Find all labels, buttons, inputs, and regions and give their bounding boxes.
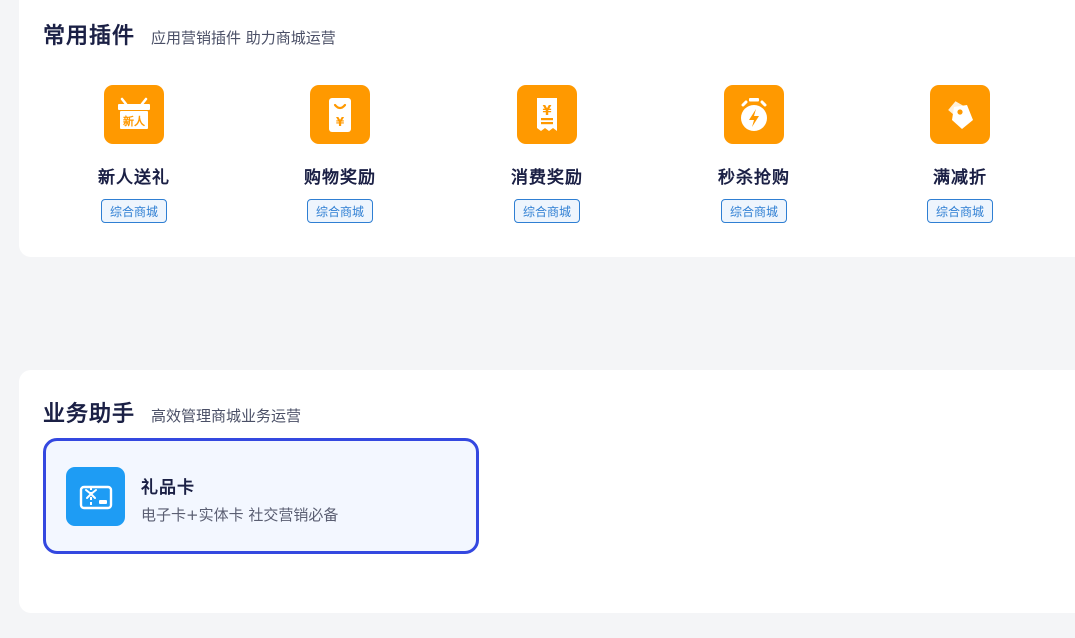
plugin-tag: 综合商城 bbox=[306, 199, 373, 223]
plugin-name: 消费奖励 bbox=[511, 168, 583, 188]
plugin-discount[interactable]: 满减折 综合商城 bbox=[880, 85, 1040, 223]
plugin-name: 新人送礼 bbox=[98, 168, 170, 188]
plugin-flash-sale[interactable]: 秒杀抢购 综合商城 bbox=[674, 85, 834, 223]
shopping-reward-icon: ¥ bbox=[310, 85, 370, 144]
plugin-tag: 综合商城 bbox=[100, 199, 167, 223]
plugin-tag: 综合商城 bbox=[926, 199, 993, 223]
plugins-section-title: 常用插件 bbox=[43, 24, 136, 49]
plugin-tag: 综合商城 bbox=[513, 199, 580, 223]
gift-card-description: 电子卡+实体卡 社交营销必备 bbox=[141, 506, 339, 524]
plugin-name: 满减折 bbox=[933, 168, 987, 188]
svg-text:¥: ¥ bbox=[542, 104, 551, 119]
gift-card-tile[interactable]: 礼品卡 电子卡+实体卡 社交营销必备 bbox=[43, 438, 479, 554]
business-assistant-card: 业务助手 高效管理商城业务运营 礼品卡 电子卡+实体卡 社交营销必备 bbox=[19, 370, 1075, 613]
plugins-card: 常用插件 应用营销插件 助力商城运营 新人 新人送礼 综合商城 ¥ 购物奖励 综… bbox=[19, 0, 1075, 257]
assistant-section-subtitle: 高效管理商城业务运营 bbox=[151, 407, 302, 425]
svg-text:¥: ¥ bbox=[336, 115, 345, 129]
plugins-section-subtitle: 应用营销插件 助力商城运营 bbox=[151, 29, 336, 47]
gift-card-title: 礼品卡 bbox=[141, 478, 195, 498]
plugin-name: 购物奖励 bbox=[304, 168, 376, 188]
gift-card-icon bbox=[66, 467, 125, 526]
plugin-consumption-reward[interactable]: ¥ 消费奖励 综合商城 bbox=[467, 85, 627, 223]
plugin-name: 秒杀抢购 bbox=[718, 168, 790, 188]
consumption-receipt-icon: ¥ bbox=[517, 85, 577, 144]
new-user-gift-icon: 新人 bbox=[104, 85, 164, 144]
discount-tag-icon bbox=[930, 85, 990, 144]
plugin-tag: 综合商城 bbox=[720, 199, 787, 223]
plugin-new-user-gift[interactable]: 新人 新人送礼 综合商城 bbox=[54, 85, 214, 223]
assistant-section-title: 业务助手 bbox=[43, 402, 136, 427]
plugins-section-header: 常用插件 应用营销插件 助力商城运营 bbox=[43, 18, 336, 50]
assistant-section-header: 业务助手 高效管理商城业务运营 bbox=[43, 396, 301, 428]
svg-text:新人: 新人 bbox=[123, 114, 146, 128]
flash-sale-timer-icon bbox=[724, 85, 784, 144]
plugin-shopping-reward[interactable]: ¥ 购物奖励 综合商城 bbox=[260, 85, 420, 223]
